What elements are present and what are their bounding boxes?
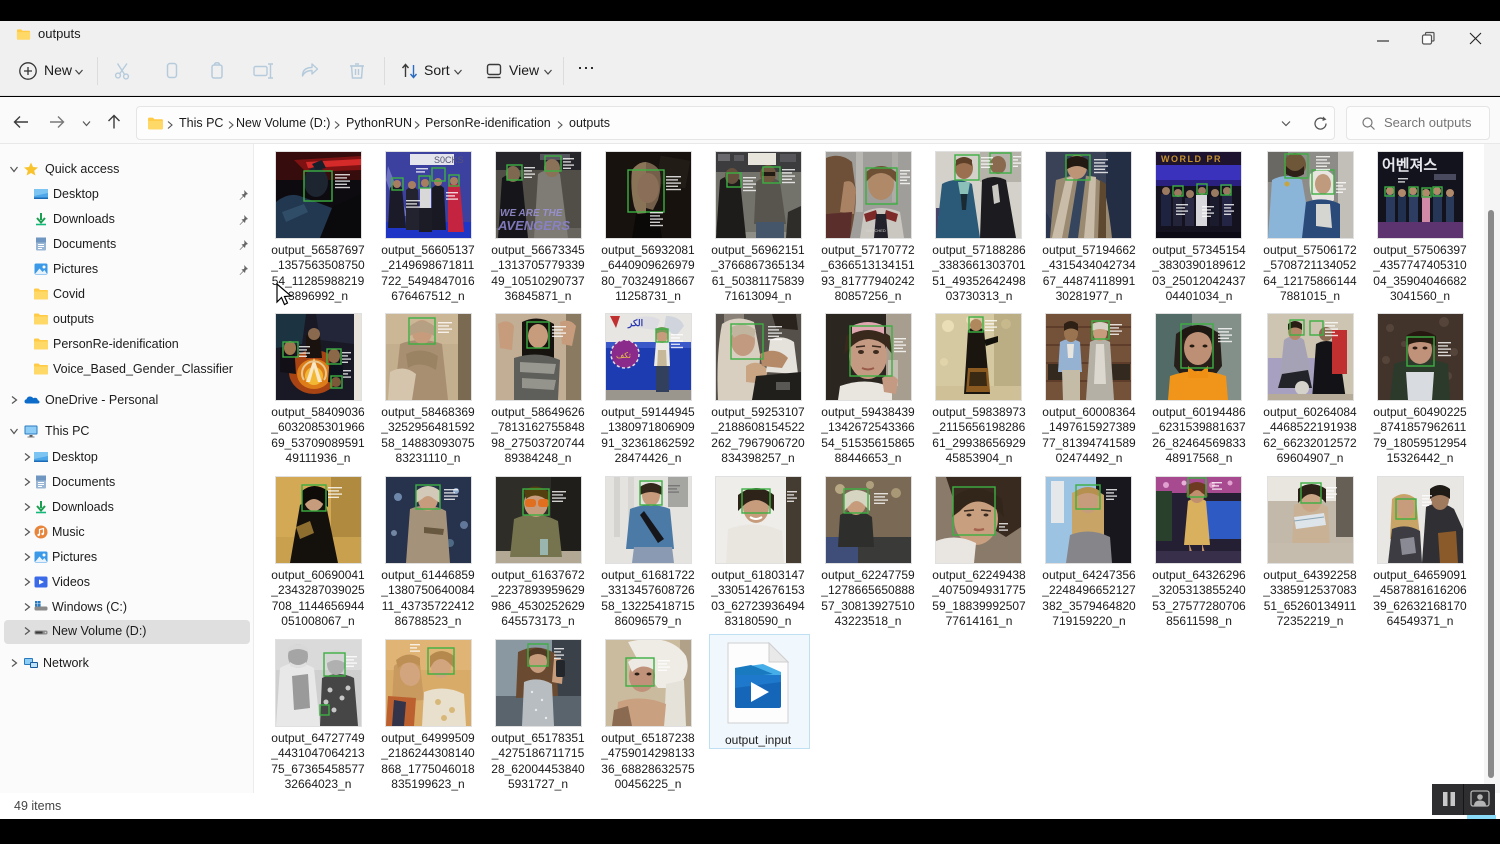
svg-text:어벤져스: 어벤져스 <box>1382 157 1437 174</box>
svg-text:الكر: الكر <box>627 318 643 329</box>
svg-text:AVENGERS: AVENGERS <box>497 218 570 233</box>
svg-text:تكف: تكف <box>616 351 631 360</box>
svg-text:WATCHED: WATCHED <box>866 228 886 233</box>
svg-text:WORLD PR: WORLD PR <box>1161 154 1222 164</box>
svg-text:S0CKS: S0CKS <box>434 155 464 165</box>
